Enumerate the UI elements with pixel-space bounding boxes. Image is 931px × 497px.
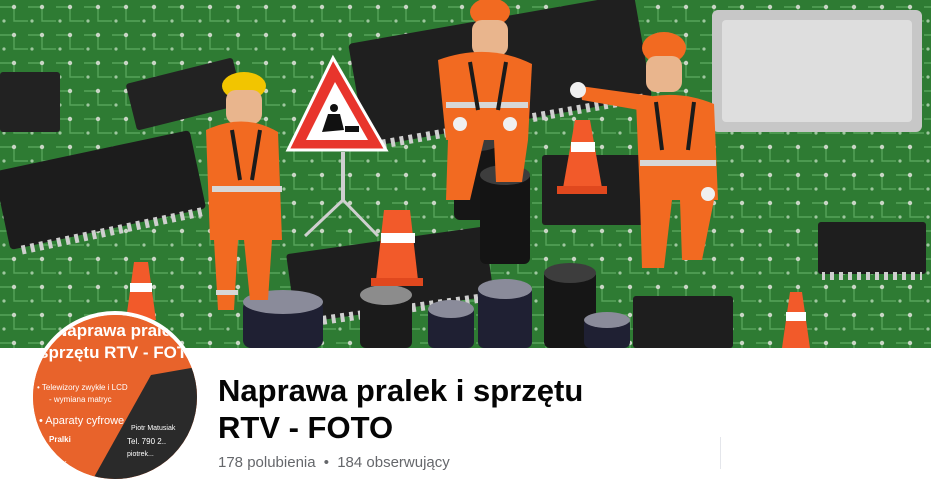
chip <box>633 296 733 348</box>
profile-email: piotrek... <box>127 451 154 458</box>
profile-headline-line-1: Naprawa pralek i <box>55 321 191 340</box>
chip <box>0 72 60 132</box>
followers-count[interactable]: 184 obserwujący <box>337 454 450 471</box>
likes-count[interactable]: 178 polubienia <box>218 454 316 471</box>
metal-shield <box>712 10 922 132</box>
profile-line-washers: Pralki <box>49 435 71 444</box>
cover-photo[interactable] <box>0 0 931 348</box>
profile-line-other: i inne... <box>41 455 67 464</box>
header-divider <box>720 437 721 469</box>
profile-headline-line-2: sprzętu RTV - FOTO <box>39 343 201 362</box>
chip <box>818 222 926 280</box>
page-stats: 178 polubienia • 184 obserwujący <box>218 454 450 471</box>
page-title[interactable]: Naprawa pralek i sprzętu RTV - FOTO <box>218 372 638 446</box>
profile-line-matrix: - wymiana matryc <box>49 395 112 404</box>
cover-illustration <box>0 0 931 348</box>
profile-line-tv: • Telewizory zwykłe i LCD <box>37 383 128 392</box>
stats-separator: • <box>323 454 330 471</box>
profile-line-cameras: • Aparaty cyfrowe <box>39 415 125 427</box>
profile-phone: Tel. 790 2.. <box>127 437 167 446</box>
profile-owner: Piotr Matusiak <box>131 425 176 432</box>
profile-picture[interactable]: Naprawa pralek i sprzętu RTV - FOTO • Te… <box>29 311 201 483</box>
